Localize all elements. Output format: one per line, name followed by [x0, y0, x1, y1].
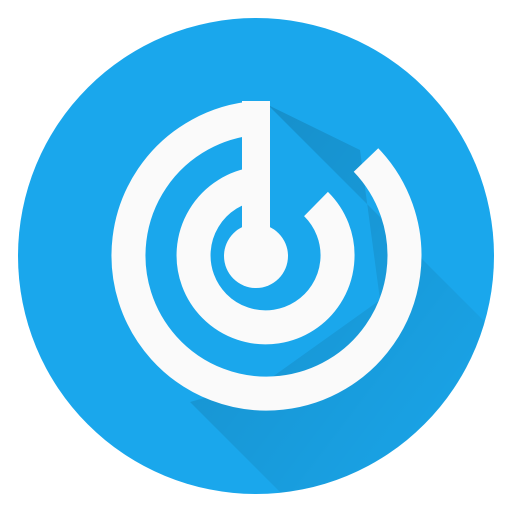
radar-target-icon [18, 18, 494, 494]
center-dot [224, 224, 288, 288]
app-icon [0, 0, 512, 512]
